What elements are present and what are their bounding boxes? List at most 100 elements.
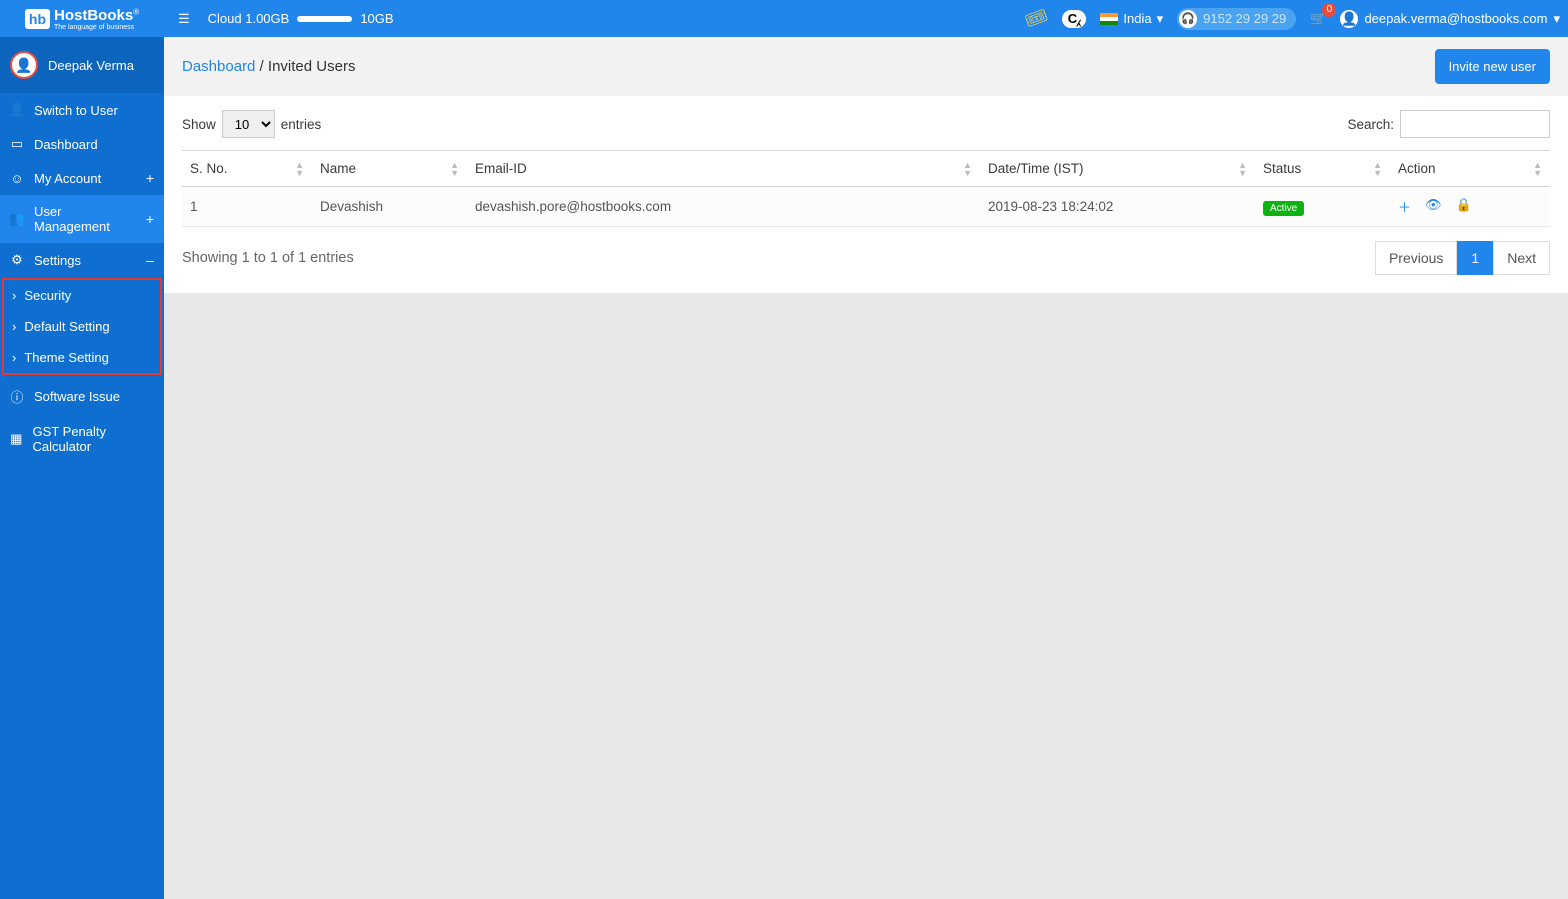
headset-icon: 🎧 [1179,10,1197,28]
main-content: Dashboard / Invited Users Invite new use… [164,37,1568,899]
chevron-down-icon: ▾ [1157,11,1164,27]
table-controls: Show 10 entries Search: [182,110,1550,138]
brand-name: HostBooks [54,7,133,24]
sort-icon: ▲▼ [450,161,459,177]
logo[interactable]: hb HostBooks® The language of business [0,0,164,37]
sidebar-item-label: Switch to User [34,103,118,118]
breadcrumb-bar: Dashboard / Invited Users Invite new use… [164,37,1568,96]
breadcrumb-current: Invited Users [268,58,356,75]
pager-next[interactable]: Next [1493,241,1550,275]
cell-sno: 1 [182,187,312,227]
brand-tagline: The language of business [54,24,139,31]
cloud-total-label: 10GB [360,11,393,26]
dashboard-icon: ▭ [10,136,24,152]
pager-previous[interactable]: Previous [1375,241,1457,275]
sidebar-item-my-account[interactable]: ☺ My Account + [0,161,164,195]
sort-icon: ▲▼ [1238,161,1247,177]
support-phone[interactable]: 🎧 9152 29 29 29 [1177,8,1296,30]
sidebar-sub-theme-setting[interactable]: › Theme Setting [4,342,160,373]
table-row: 1 Devashish devashish.pore@hostbooks.com… [182,187,1550,227]
cart-count-badge: 0 [1322,3,1336,17]
sidebar-item-label: Dashboard [34,137,98,152]
settings-submenu-highlight: › Security › Default Setting › Theme Set… [2,278,162,375]
collapse-icon: – [146,252,154,268]
sidebar-sub-security[interactable]: › Security [4,280,160,311]
view-icon[interactable]: 👁 [1425,197,1442,216]
table-search: Search: [1347,110,1550,138]
chevron-right-icon: › [12,350,16,365]
status-badge: Active [1263,201,1304,216]
logo-text-wrap: HostBooks® The language of business [54,7,139,31]
add-icon[interactable]: ＋ [1398,197,1411,216]
flag-icon [1100,13,1118,25]
user-menu[interactable]: 👤 deepak.verma@hostbooks.com ▾ [1340,10,1560,28]
col-name[interactable]: Name▲▼ [312,151,467,187]
user-icon: 👤 [10,102,24,118]
cell-action: ＋ 👁 🔒 [1390,187,1550,227]
sidebar-user[interactable]: 👤 Deepak Verma [0,37,164,93]
sidebar-item-user-management[interactable]: 👥 User Management + [0,195,164,243]
chevron-down-icon: ▾ [1553,11,1560,27]
pager-page-1[interactable]: 1 [1457,241,1493,275]
col-sno[interactable]: S. No.▲▼ [182,151,312,187]
lock-icon[interactable]: 🔒 [1456,197,1472,216]
sidebar-username: Deepak Verma [48,58,134,73]
page-length-select[interactable]: 10 [222,110,275,138]
sidebar-item-label: My Account [34,171,101,186]
col-email[interactable]: Email-ID▲▼ [467,151,980,187]
sort-icon: ▲▼ [1533,161,1542,177]
sidebar-item-gst-calculator[interactable]: ▦ GST Penalty Calculator [0,415,164,463]
sidebar: 👤 Deepak Verma 👤 Switch to User ▭ Dashbo… [0,37,164,899]
sidebar-item-dashboard[interactable]: ▭ Dashboard [0,127,164,161]
sidebar-item-label: User Management [34,204,136,234]
expand-icon: + [146,170,154,186]
cell-email: devashish.pore@hostbooks.com [467,187,980,227]
offers-icon[interactable]: 🎟 [1022,5,1051,33]
country-selector[interactable]: India ▾ [1100,11,1163,27]
cell-status: Active [1255,187,1390,227]
breadcrumb-sep: / [255,58,268,75]
table-info: Showing 1 to 1 of 1 entries [182,250,354,266]
cloud-usage: Cloud 1.00GB 10GB [208,11,394,26]
invite-new-user-button[interactable]: Invite new user [1435,49,1550,84]
users-icon: 👥 [10,211,24,227]
table-footer: Showing 1 to 1 of 1 entries Previous 1 N… [182,241,1550,275]
sidebar-item-label: Settings [34,253,81,268]
calculator-icon: ▦ [10,431,23,447]
sidebar-sub-label: Security [24,288,71,303]
sort-icon: ▲▼ [295,161,304,177]
sidebar-item-software-issue[interactable]: ⓘ Software Issue [0,378,164,415]
ca-badge[interactable]: C⁁ [1062,10,1087,28]
col-action[interactable]: Action▲▼ [1390,151,1550,187]
col-datetime[interactable]: Date/Time (IST)▲▼ [980,151,1255,187]
breadcrumb-root[interactable]: Dashboard [182,58,255,75]
sidebar-item-label: GST Penalty Calculator [33,424,154,454]
topbar-right: 🎟 C⁁ India ▾ 🎧 9152 29 29 29 🛒 0 👤 deepa… [1025,8,1568,30]
search-input[interactable] [1400,110,1550,138]
show-label: Show [182,117,216,132]
topbar: hb HostBooks® The language of business ☰… [0,0,1568,37]
account-icon: ☺ [10,171,24,186]
gear-icon: ⚙ [10,252,24,268]
sort-icon: ▲▼ [1373,161,1382,177]
country-label: India [1123,11,1151,26]
menu-toggle-icon[interactable]: ☰ [178,11,190,27]
chevron-right-icon: › [12,319,16,334]
invited-users-panel: Show 10 entries Search: S. No.▲▼ Name▲▼ … [164,96,1568,293]
expand-icon: + [146,211,154,227]
pagination: Previous 1 Next [1375,241,1550,275]
sidebar-sub-label: Theme Setting [24,350,109,365]
col-status[interactable]: Status▲▼ [1255,151,1390,187]
sidebar-item-settings[interactable]: ⚙ Settings – [0,243,164,277]
sidebar-item-label: Software Issue [34,389,120,404]
phone-number: 9152 29 29 29 [1203,11,1286,26]
avatar-icon: 👤 [1340,10,1358,28]
sidebar-item-switch-user[interactable]: 👤 Switch to User [0,93,164,127]
logo-short: hb [25,9,50,29]
entries-label: entries [281,117,322,132]
search-label: Search: [1347,117,1394,132]
info-icon: ⓘ [10,387,24,406]
sidebar-sub-default-setting[interactable]: › Default Setting [4,311,160,342]
cart-button[interactable]: 🛒 0 [1310,11,1326,27]
user-email-label: deepak.verma@hostbooks.com [1364,11,1547,26]
